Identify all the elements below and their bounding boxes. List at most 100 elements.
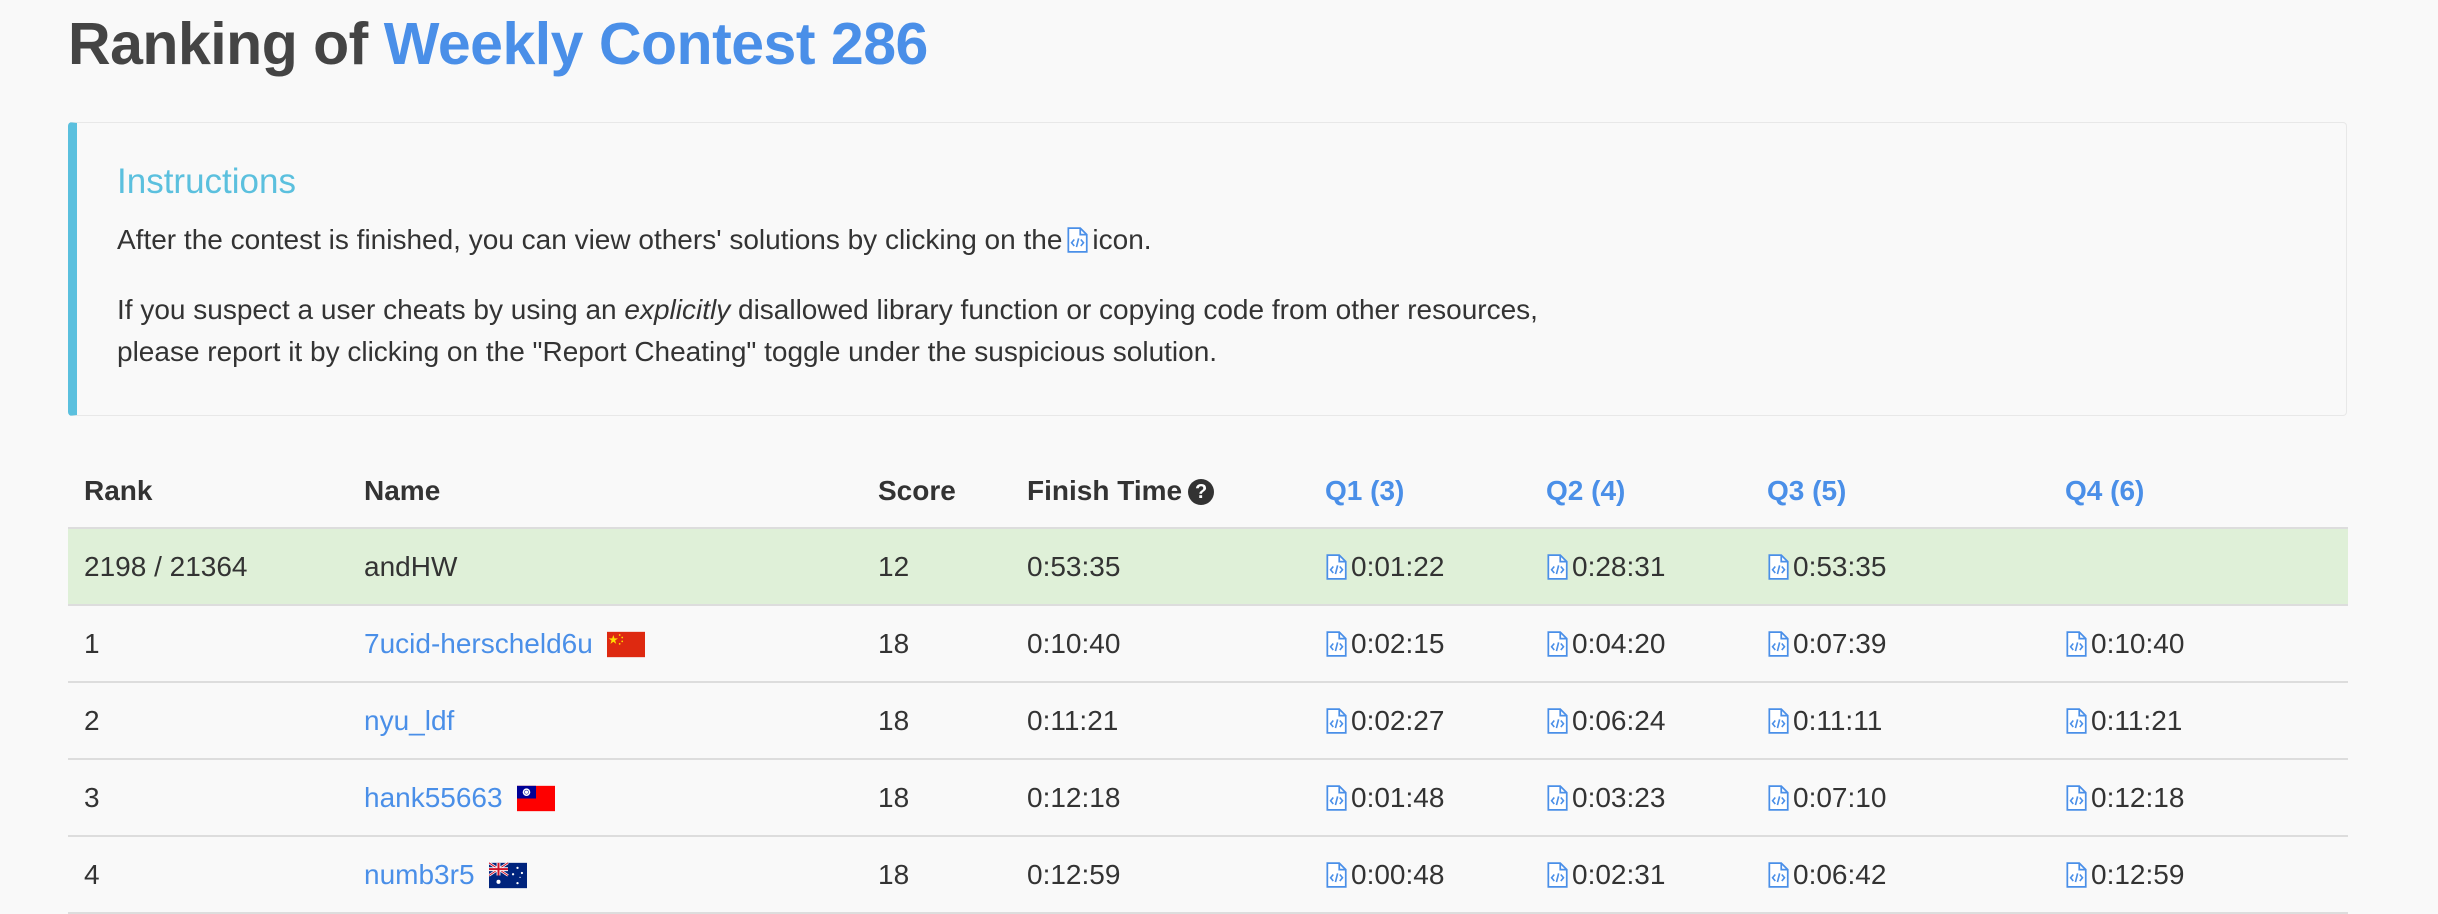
q4-cell[interactable]: 0:10:40 — [2049, 605, 2348, 683]
q3-time: 0:11:11 — [1793, 704, 1883, 736]
q3-cell[interactable]: 0:11:11 — [1751, 682, 2049, 760]
code-file-icon[interactable] — [1325, 554, 1347, 580]
q3-time: 0:07:39 — [1793, 627, 1887, 659]
column-header-score: Score — [862, 455, 1011, 529]
code-file-icon[interactable] — [1325, 631, 1347, 657]
instructions-box: Instructions After the contest is finish… — [68, 122, 2347, 416]
q1-label[interactable]: Q1 (3) — [1325, 475, 1404, 506]
table-row: 2 nyu_ldf 18 0:11:21 0:02:27 0:06:24 0:1… — [68, 682, 2348, 760]
q3-label[interactable]: Q3 (5) — [1767, 475, 1846, 506]
code-file-icon[interactable] — [2065, 862, 2087, 888]
column-header-q3[interactable]: Q3 (5) — [1751, 455, 2049, 529]
q4-time: 0:11:21 — [2091, 704, 2183, 736]
q3-time: 0:53:35 — [1793, 550, 1887, 582]
q4-cell — [2049, 528, 2348, 606]
rank-cell: 1 — [68, 605, 348, 683]
user-link[interactable]: 7ucid-herscheld6u — [364, 628, 593, 659]
code-file-icon[interactable] — [1546, 785, 1568, 811]
q1-cell[interactable]: 0:02:27 — [1309, 682, 1530, 760]
page-title-prefix: Ranking of — [68, 11, 368, 77]
q4-time: 0:12:59 — [2091, 858, 2185, 890]
q1-time: 0:01:22 — [1351, 550, 1445, 582]
rank-cell: 3 — [68, 759, 348, 837]
q4-cell[interactable]: 0:11:21 — [2049, 682, 2348, 760]
code-file-icon[interactable] — [1767, 708, 1789, 734]
name-cell: 7ucid-herscheld6u — [348, 605, 862, 683]
rank-cell: 2198 / 21364 — [68, 528, 348, 606]
user-link[interactable]: numb3r5 — [364, 859, 475, 890]
q1-cell[interactable]: 0:01:48 — [1309, 759, 1530, 837]
instructions-line-3: please report it by clicking on the "Rep… — [117, 336, 1218, 367]
q1-time: 0:00:48 — [1351, 858, 1445, 890]
q2-time: 0:06:24 — [1572, 704, 1666, 736]
q4-cell[interactable]: 0:12:59 — [2049, 836, 2348, 914]
q1-time: 0:01:48 — [1351, 781, 1445, 813]
code-file-icon[interactable] — [1546, 862, 1568, 888]
table-row: 4 numb3r5 18 0:12:59 0:00:48 0:02:31 0:0… — [68, 836, 2348, 914]
q3-cell[interactable]: 0:53:35 — [1751, 528, 2049, 606]
finish-time-cell: 0:53:35 — [1011, 528, 1309, 606]
contest-link[interactable]: Weekly Contest 286 — [384, 11, 929, 77]
code-file-icon[interactable] — [1325, 862, 1347, 888]
q1-cell[interactable]: 0:02:15 — [1309, 605, 1530, 683]
user-link[interactable]: nyu_ldf — [364, 705, 454, 736]
q3-cell[interactable]: 0:07:10 — [1751, 759, 2049, 837]
q1-cell[interactable]: 0:00:48 — [1309, 836, 1530, 914]
instructions-line-1-text: After the contest is finished, you can v… — [117, 224, 1063, 255]
page: Ranking of Weekly Contest 286 Instructio… — [68, 0, 2348, 914]
code-file-icon — [1066, 227, 1088, 253]
china-flag-icon — [606, 631, 645, 657]
code-file-icon[interactable] — [1325, 785, 1347, 811]
q3-cell[interactable]: 0:07:39 — [1751, 605, 2049, 683]
code-file-icon[interactable] — [2065, 708, 2087, 734]
code-file-icon[interactable] — [1767, 554, 1789, 580]
q1-cell[interactable]: 0:01:22 — [1309, 528, 1530, 606]
table-row: 3 hank55663 18 0:12:18 0:01:48 0:03:23 0… — [68, 759, 2348, 837]
column-header-rank: Rank — [68, 455, 348, 529]
q3-time: 0:07:10 — [1793, 781, 1887, 813]
finish-time-label: Finish Time — [1027, 475, 1183, 506]
q2-cell[interactable]: 0:28:31 — [1530, 528, 1751, 606]
q3-cell[interactable]: 0:06:42 — [1751, 836, 2049, 914]
score-cell: 18 — [862, 605, 1011, 683]
column-header-q2[interactable]: Q2 (4) — [1530, 455, 1751, 529]
page-title: Ranking of Weekly Contest 286 — [68, 0, 2348, 80]
taiwan-flag-icon — [516, 785, 555, 811]
q3-time: 0:06:42 — [1793, 858, 1887, 890]
code-file-icon[interactable] — [1767, 631, 1789, 657]
score-cell: 18 — [862, 836, 1011, 914]
q2-cell[interactable]: 0:03:23 — [1530, 759, 1751, 837]
code-file-icon[interactable] — [1767, 785, 1789, 811]
score-cell: 12 — [862, 528, 1011, 606]
code-file-icon[interactable] — [1325, 708, 1347, 734]
rank-cell: 4 — [68, 836, 348, 914]
column-header-q4[interactable]: Q4 (6) — [2049, 455, 2348, 529]
rank-cell: 2 — [68, 682, 348, 760]
instructions-line-2-text: If you suspect a user cheats by using an — [117, 294, 617, 325]
q4-label[interactable]: Q4 (6) — [2065, 475, 2144, 506]
q2-cell[interactable]: 0:02:31 — [1530, 836, 1751, 914]
code-file-icon[interactable] — [1546, 631, 1568, 657]
name-cell: andHW — [348, 528, 862, 606]
q4-time: 0:12:18 — [2091, 781, 2185, 813]
code-file-icon[interactable] — [2065, 631, 2087, 657]
q2-label[interactable]: Q2 (4) — [1546, 475, 1625, 506]
q2-cell[interactable]: 0:06:24 — [1530, 682, 1751, 760]
question-circle-icon[interactable]: ? — [1188, 479, 1215, 505]
q2-time: 0:28:31 — [1572, 550, 1666, 582]
user-link[interactable]: hank55663 — [364, 782, 503, 813]
q2-cell[interactable]: 0:04:20 — [1530, 605, 1751, 683]
instructions-line-1: After the contest is finished, you can v… — [117, 219, 2306, 261]
name-cell: numb3r5 — [348, 836, 862, 914]
code-file-icon[interactable] — [1767, 862, 1789, 888]
instructions-line-2-end: disallowed library function or copying c… — [738, 294, 1538, 325]
code-file-icon[interactable] — [1546, 708, 1568, 734]
column-header-q1[interactable]: Q1 (3) — [1309, 455, 1530, 529]
code-file-icon[interactable] — [1546, 554, 1568, 580]
q4-cell[interactable]: 0:12:18 — [2049, 759, 2348, 837]
name-cell: nyu_ldf — [348, 682, 862, 760]
q1-time: 0:02:15 — [1351, 627, 1445, 659]
code-file-icon[interactable] — [2065, 785, 2087, 811]
column-header-name: Name — [348, 455, 862, 529]
instructions-emphasis: explicitly — [624, 294, 731, 325]
